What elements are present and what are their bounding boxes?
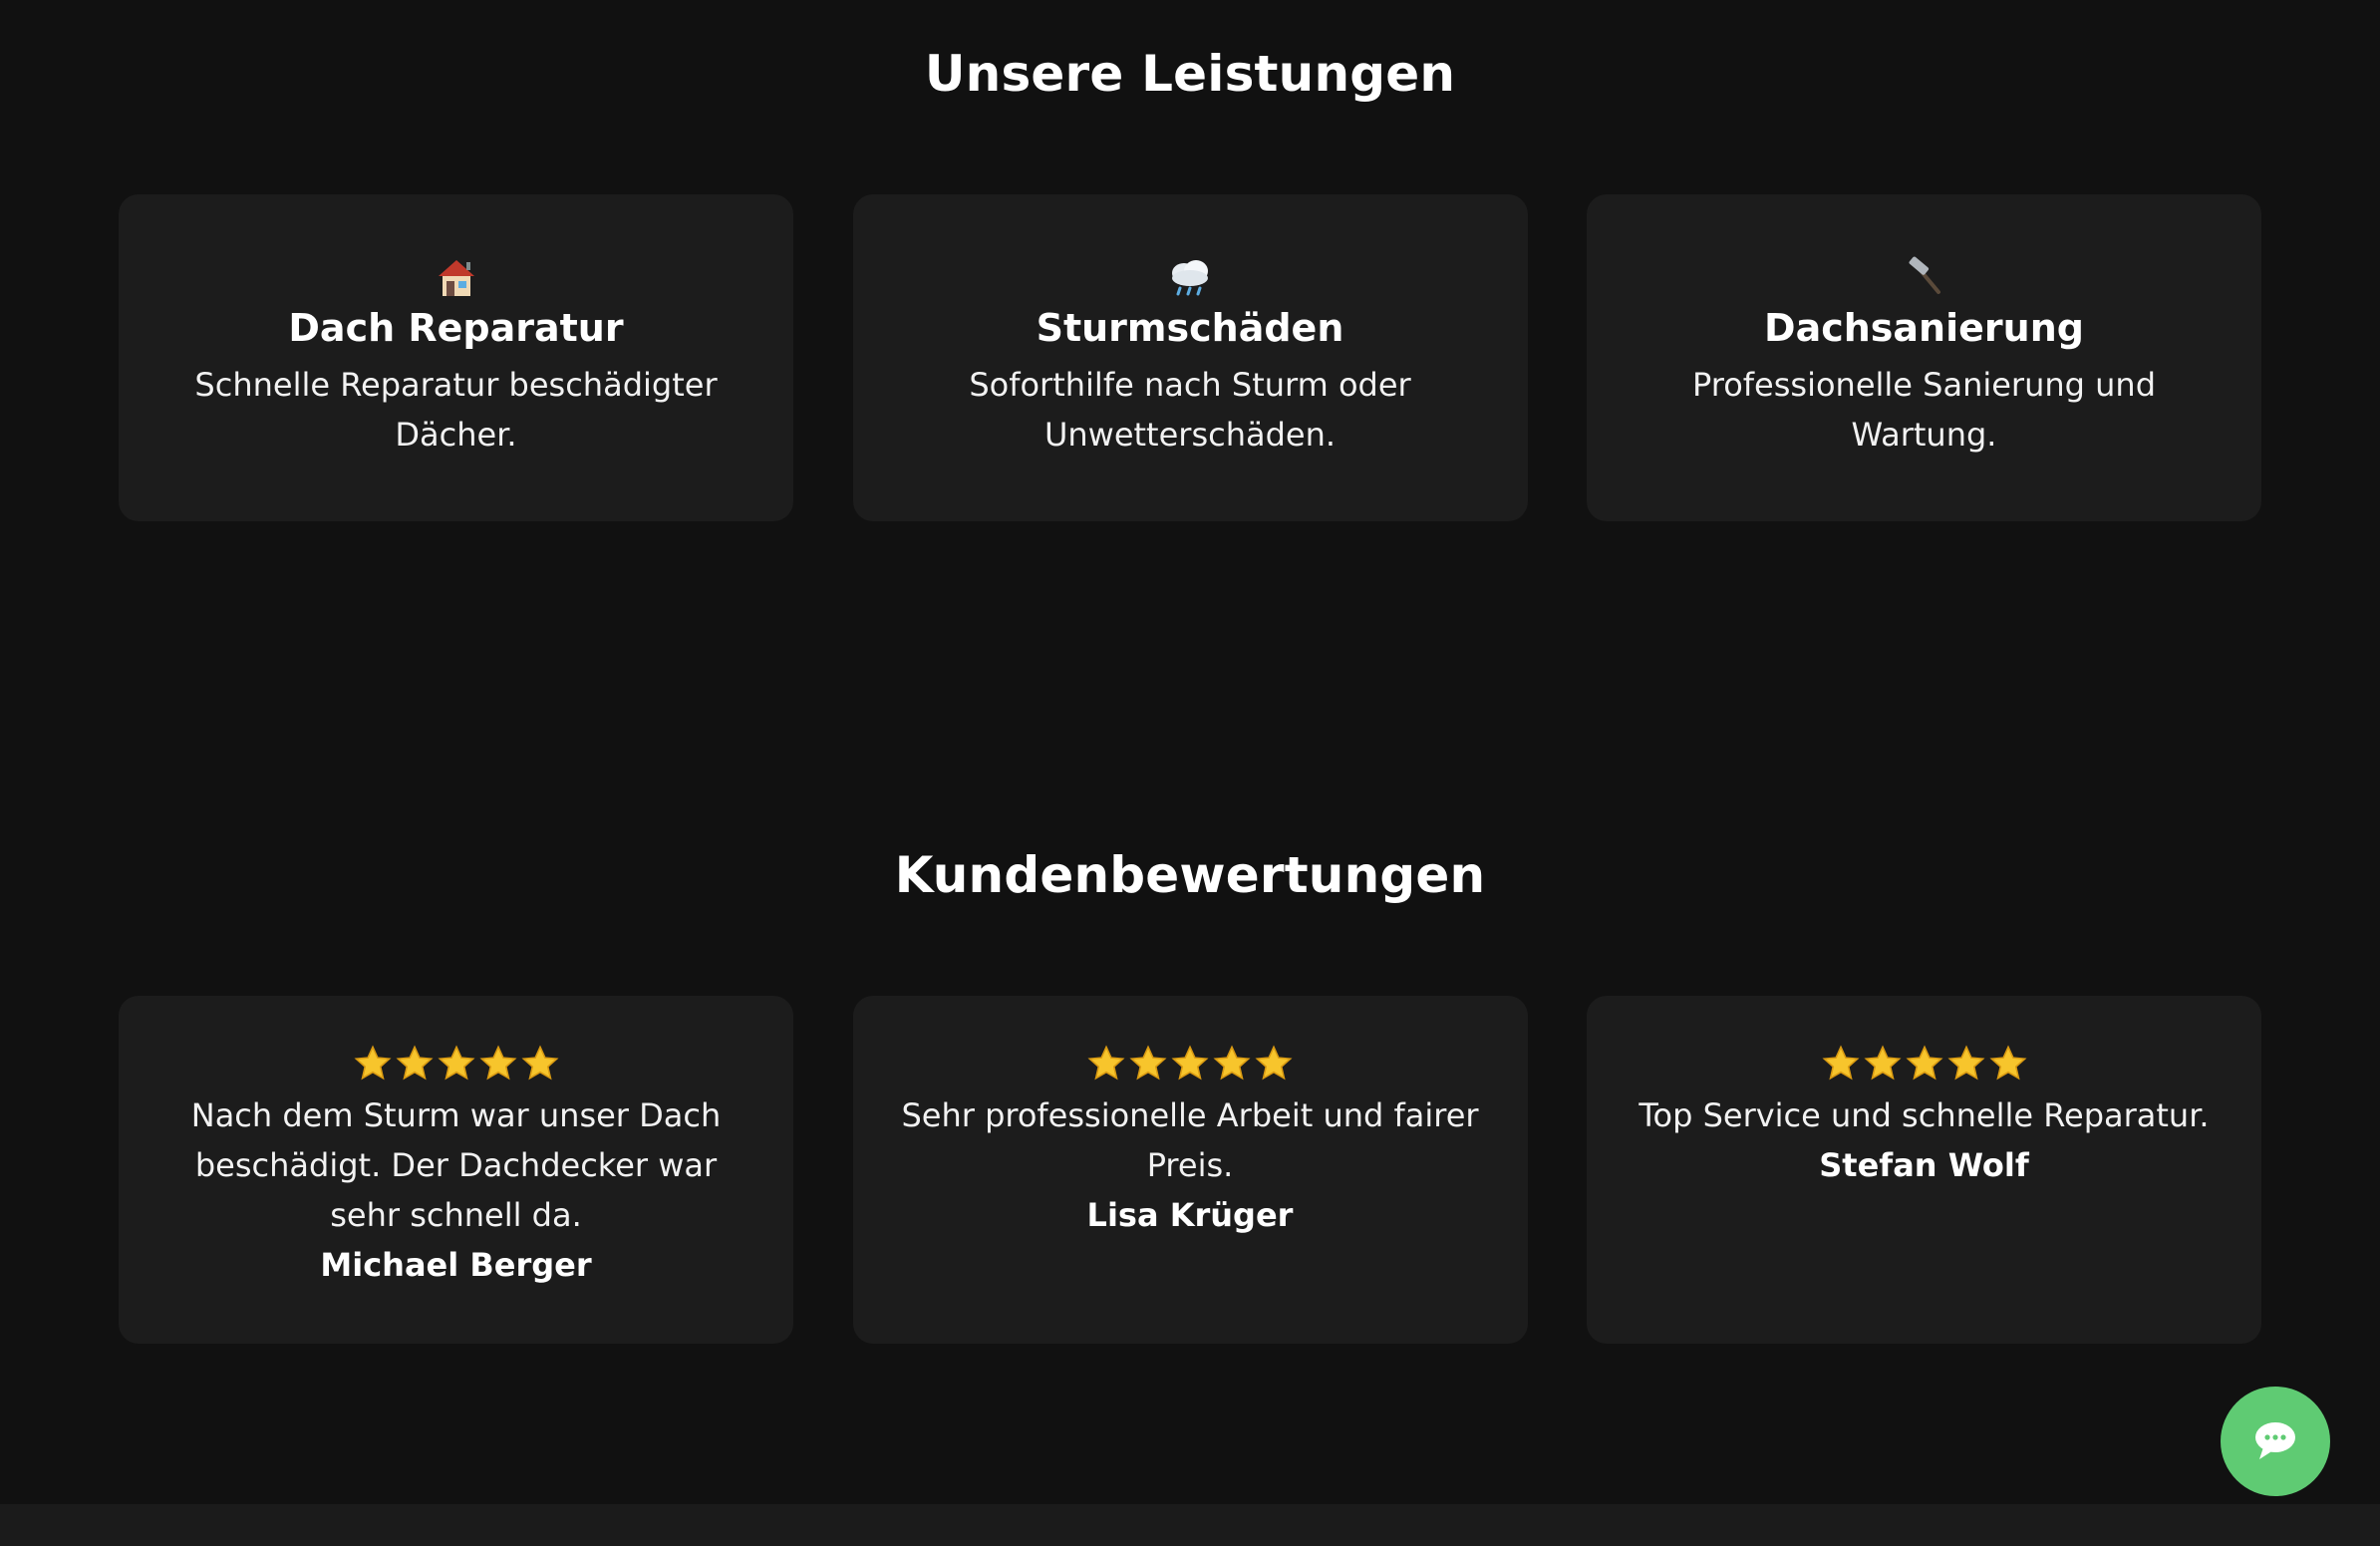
star-icon — [520, 1045, 559, 1081]
services-heading: Unsere Leistungen — [924, 45, 1456, 103]
star-icon — [1255, 1045, 1293, 1081]
footer-strip — [0, 1504, 2380, 1546]
star-rating — [158, 1045, 753, 1084]
star-rating — [1627, 1045, 2222, 1084]
service-card-dachsanierung: Dachsanierung Professionelle Sanierung u… — [1587, 194, 2261, 521]
review-card: Nach dem Sturm war unser Dach beschädigt… — [119, 996, 793, 1344]
review-card: Sehr professionelle Arbeit und fairer Pr… — [852, 996, 1528, 1344]
star-icon — [1087, 1045, 1125, 1081]
chat-button[interactable] — [2221, 1387, 2330, 1496]
star-icon — [1988, 1045, 2027, 1081]
star-icon — [1129, 1045, 1167, 1081]
star-icon — [437, 1045, 475, 1081]
rain-cloud-icon — [1160, 256, 1220, 298]
review-author: Lisa Krüger — [1086, 1196, 1294, 1234]
review-text: Sehr professionelle Arbeit und fairer Pr… — [901, 1096, 1479, 1184]
star-icon — [1905, 1045, 1943, 1081]
star-icon — [353, 1045, 392, 1081]
star-icon — [1863, 1045, 1902, 1081]
hammer-icon — [1895, 256, 1954, 298]
service-description: Soforthilfe nach Sturm oder Unwetterschä… — [969, 365, 1411, 454]
review-author: Stefan Wolf — [1819, 1146, 2029, 1184]
chat-bubble-icon — [2251, 1417, 2299, 1465]
star-icon — [1821, 1045, 1860, 1081]
review-text: Nach dem Sturm war unser Dach beschädigt… — [190, 1096, 722, 1234]
star-rating — [893, 1045, 1488, 1084]
star-icon — [1946, 1045, 1985, 1081]
service-name: Dach Reparatur — [288, 306, 624, 350]
service-name: Sturmschäden — [1036, 306, 1344, 350]
reviews-list: Nach dem Sturm war unser Dach beschädigt… — [119, 996, 2261, 1344]
star-icon — [395, 1045, 434, 1081]
star-icon — [1213, 1045, 1251, 1081]
review-author: Michael Berger — [320, 1246, 592, 1284]
review-card: Top Service und schnelle Reparatur. Stef… — [1587, 996, 2261, 1344]
reviews-heading: Kundenbewertungen — [894, 846, 1486, 904]
service-description: Schnelle Reparatur beschädigter Dächer. — [194, 365, 718, 454]
service-description: Professionelle Sanierung und Wartung. — [1692, 365, 2156, 454]
service-card-sturmschaeden: Sturmschäden Soforthilfe nach Sturm oder… — [852, 194, 1528, 521]
house-icon — [427, 256, 486, 298]
star-icon — [478, 1045, 517, 1081]
star-icon — [1171, 1045, 1209, 1081]
service-name: Dachsanierung — [1764, 306, 2084, 350]
service-card-dach-reparatur: Dach Reparatur Schnelle Reparatur beschä… — [119, 194, 793, 521]
review-text: Top Service und schnelle Reparatur. — [1638, 1096, 2210, 1134]
services-list: Dach Reparatur Schnelle Reparatur beschä… — [119, 194, 2261, 521]
